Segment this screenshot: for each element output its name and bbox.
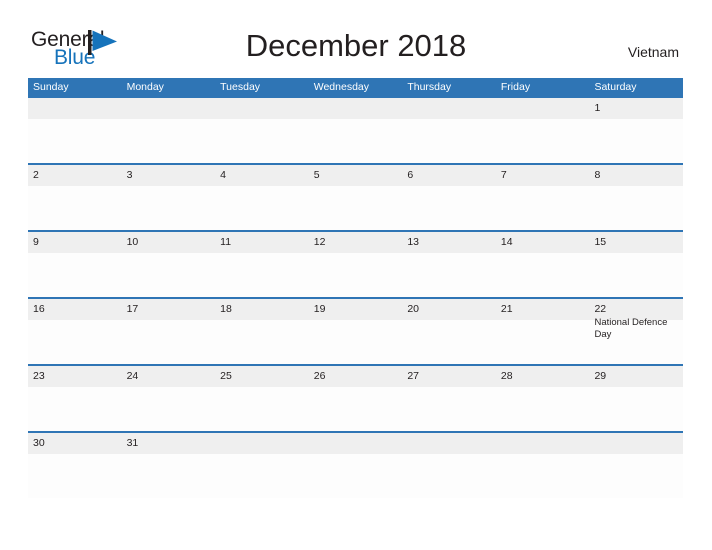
day-cell[interactable] [496, 433, 590, 498]
day-cell[interactable]: 1 [589, 98, 683, 163]
day-cell[interactable] [309, 98, 403, 163]
weekday-header-row: Sunday Monday Tuesday Wednesday Thursday… [28, 78, 683, 96]
day-number: 12 [313, 236, 326, 248]
day-number: 20 [407, 303, 419, 315]
day-cell[interactable] [402, 433, 496, 498]
day-cell[interactable]: 16 [28, 299, 122, 364]
page-header: General Blue December 2018 Vietnam [0, 0, 712, 70]
day-number: 7 [500, 169, 507, 181]
day-cell[interactable]: 21 [496, 299, 590, 364]
day-cell[interactable]: 19 [309, 299, 403, 364]
day-cell[interactable]: 17 [122, 299, 216, 364]
weekday-header-monday: Monday [126, 81, 164, 93]
day-cell[interactable]: 15 [589, 232, 683, 297]
day-cell[interactable]: 13 [402, 232, 496, 297]
weekday-header-friday: Friday [500, 81, 531, 93]
day-number: 24 [126, 370, 139, 382]
day-number: 5 [313, 169, 320, 181]
day-cell[interactable]: 2 [28, 165, 122, 230]
calendar-week-row: 2 3 4 5 6 7 8 [28, 163, 683, 230]
day-cell[interactable] [589, 433, 683, 498]
region-label: Vietnam [627, 44, 679, 60]
day-cell[interactable] [215, 98, 309, 163]
day-number: 26 [313, 370, 326, 382]
day-cell-holiday[interactable]: 22 National Defence Day [589, 299, 683, 364]
day-cell[interactable]: 24 [122, 366, 216, 431]
day-cell[interactable]: 18 [215, 299, 309, 364]
day-number: 28 [500, 370, 513, 382]
day-cell[interactable]: 28 [496, 366, 590, 431]
day-number: 1 [594, 102, 601, 114]
day-cell[interactable]: 5 [309, 165, 403, 230]
day-number: 16 [33, 303, 45, 315]
day-event: National Defence Day [594, 317, 668, 340]
day-cell[interactable]: 9 [28, 232, 122, 297]
day-number: 22 [594, 303, 607, 315]
weekday-header-wednesday: Wednesday [313, 81, 369, 93]
day-number: 27 [407, 370, 419, 382]
day-number: 19 [313, 303, 326, 315]
calendar-table: Sunday Monday Tuesday Wednesday Thursday… [28, 78, 683, 498]
weekday-header-thursday: Thursday [407, 81, 452, 93]
day-cell[interactable]: 6 [402, 165, 496, 230]
day-number: 18 [220, 303, 232, 315]
calendar-week-row: 30 31 [28, 431, 683, 498]
calendar-week-row: 9 10 11 12 13 14 15 [28, 230, 683, 297]
day-cell[interactable]: 3 [122, 165, 216, 230]
day-number: 21 [500, 303, 513, 315]
day-cell[interactable]: 11 [215, 232, 309, 297]
day-number: 11 [220, 236, 232, 248]
day-number: 13 [407, 236, 419, 248]
day-cell[interactable]: 20 [402, 299, 496, 364]
day-number: 25 [220, 370, 232, 382]
day-cell[interactable] [122, 98, 216, 163]
day-number: 31 [126, 437, 139, 449]
weekday-header-sunday: Sunday [33, 81, 69, 93]
day-number: 17 [126, 303, 139, 315]
day-number: 4 [220, 169, 226, 181]
day-cell[interactable]: 23 [28, 366, 122, 431]
calendar-page: General Blue December 2018 Vietnam Sunda… [0, 0, 712, 550]
day-cell[interactable] [309, 433, 403, 498]
page-title: December 2018 [245, 28, 467, 63]
day-number: 30 [33, 437, 45, 449]
day-number: 29 [594, 370, 607, 382]
day-cell[interactable]: 30 [28, 433, 122, 498]
day-number: 14 [500, 236, 513, 248]
day-cell[interactable] [215, 433, 309, 498]
day-number: 23 [33, 370, 45, 382]
day-cell[interactable]: 14 [496, 232, 590, 297]
day-cell[interactable]: 12 [309, 232, 403, 297]
day-cell[interactable]: 31 [122, 433, 216, 498]
day-number: 8 [594, 169, 601, 181]
day-cell[interactable]: 26 [309, 366, 403, 431]
day-cell[interactable]: 10 [122, 232, 216, 297]
day-cell[interactable] [402, 98, 496, 163]
day-number: 15 [594, 236, 607, 248]
day-cell[interactable]: 29 [589, 366, 683, 431]
day-number: 10 [126, 236, 139, 248]
day-cell[interactable]: 25 [215, 366, 309, 431]
day-cell[interactable] [496, 98, 590, 163]
day-number: 6 [407, 169, 414, 181]
weekday-header-tuesday: Tuesday [220, 81, 261, 93]
day-cell[interactable]: 4 [215, 165, 309, 230]
calendar-week-row: 23 24 25 26 27 28 29 [28, 364, 683, 431]
day-number: 3 [126, 169, 133, 181]
day-cell[interactable]: 8 [589, 165, 683, 230]
day-cell[interactable] [28, 98, 122, 163]
day-cell[interactable]: 7 [496, 165, 590, 230]
weekday-header-saturday: Saturday [594, 81, 637, 93]
calendar-week-row: 16 17 18 19 20 21 22 National Defence Da… [28, 297, 683, 364]
calendar-week-row: 1 [28, 96, 683, 163]
day-cell[interactable]: 27 [402, 366, 496, 431]
day-number: 2 [33, 169, 39, 181]
day-number: 9 [33, 236, 39, 248]
